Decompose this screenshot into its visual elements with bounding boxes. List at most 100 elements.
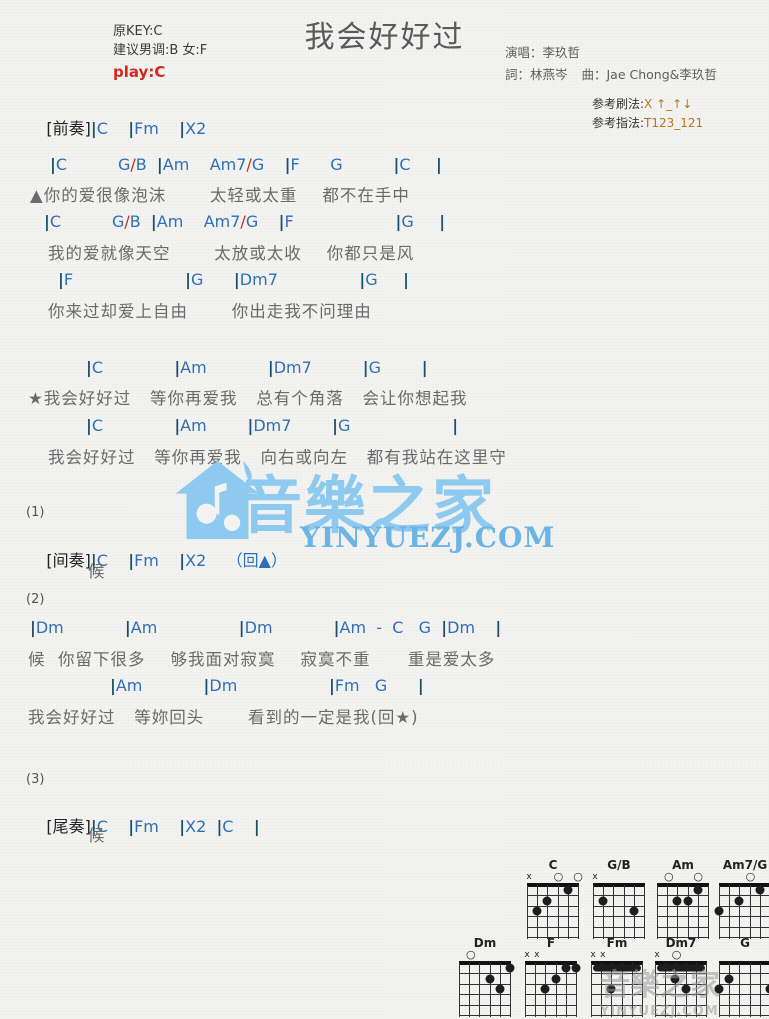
fret-line bbox=[593, 906, 645, 907]
strum-pattern-value: X ↑_↑↓ bbox=[644, 97, 692, 111]
fret-line bbox=[527, 895, 579, 896]
finger-dot bbox=[563, 886, 572, 895]
chord-open-mute-markers: xx bbox=[523, 950, 579, 961]
chord-open-mute-markers: x bbox=[591, 872, 647, 883]
chord-open-mute-markers bbox=[717, 950, 769, 961]
fret-line bbox=[525, 994, 577, 995]
strum-pattern-label: 参考刷法: bbox=[592, 97, 644, 111]
fret-line bbox=[719, 895, 769, 896]
chord-fretboard bbox=[525, 961, 577, 1017]
chord-diagram-Dm7: Dm7x○ bbox=[653, 936, 709, 1017]
outro-number: (3) bbox=[26, 772, 44, 787]
bridge-number: (2) bbox=[26, 592, 44, 607]
chord-diagram-Am7-G: Am7/G○ bbox=[717, 858, 769, 939]
chord-open-mute-markers: xx bbox=[589, 950, 645, 961]
string-line bbox=[750, 963, 751, 1017]
fret-line bbox=[593, 927, 645, 928]
writer-credits: 詞：林燕岑 曲：Jae Chong&李玖哲 bbox=[505, 64, 727, 86]
fret-line bbox=[591, 1005, 643, 1006]
string-line bbox=[642, 963, 643, 1017]
chorus-chords-1: |C |Am |Dm7 |G | bbox=[86, 416, 458, 435]
string-line bbox=[490, 963, 491, 1017]
string-line bbox=[525, 963, 526, 1017]
nut-bar bbox=[459, 961, 511, 965]
muted-string-icon: x bbox=[592, 872, 597, 882]
barre-indicator bbox=[593, 965, 641, 972]
watermark-domain: YINYUEZJ.COM bbox=[300, 521, 555, 554]
chord-fretboard bbox=[459, 961, 511, 1017]
fret-line bbox=[719, 984, 769, 985]
chord-diagram-Fm: Fmxx bbox=[589, 936, 645, 1017]
string-line bbox=[708, 885, 709, 939]
open-string-icon: ○ bbox=[573, 872, 583, 881]
bridge-lyric-1: 我会好好过 等妳回头 看到的一定是我(回★) bbox=[28, 704, 419, 728]
open-string-icon: ○ bbox=[664, 872, 674, 881]
fret-line bbox=[655, 1015, 707, 1016]
open-string-icon: ○ bbox=[746, 872, 756, 881]
open-string-icon: ○ bbox=[693, 872, 703, 881]
open-string-icon: ○ bbox=[554, 872, 564, 881]
string-line bbox=[547, 885, 548, 939]
finger-dot bbox=[485, 974, 494, 983]
string-line bbox=[591, 963, 592, 1017]
fret-line bbox=[527, 927, 579, 928]
fret-line bbox=[525, 1005, 577, 1006]
fret-line bbox=[719, 927, 769, 928]
chord-diagram-name: G bbox=[717, 936, 769, 950]
fret-line bbox=[591, 1015, 643, 1016]
strum-pattern-row: 参考刷法:X ↑_↑↓ bbox=[592, 95, 703, 114]
string-line bbox=[593, 885, 594, 939]
string-line bbox=[729, 963, 730, 1017]
fret-line bbox=[657, 895, 709, 896]
string-line bbox=[556, 963, 557, 1017]
fret-line bbox=[655, 994, 707, 995]
finger-dot bbox=[755, 886, 764, 895]
chord-diagram-name: F bbox=[523, 936, 579, 950]
string-line bbox=[459, 963, 460, 1017]
muted-string-icon: x bbox=[534, 950, 539, 960]
fret-line bbox=[655, 1005, 707, 1006]
finger-dot bbox=[572, 964, 581, 973]
string-line bbox=[655, 963, 656, 1017]
chord-open-mute-markers: x○ bbox=[653, 950, 709, 961]
section-intro-chords: |C |Fm |X2 bbox=[91, 119, 206, 138]
section-outro-label: [尾奏] bbox=[46, 817, 91, 836]
string-line bbox=[657, 885, 658, 939]
section-interlude-label: [间奏] bbox=[46, 551, 91, 570]
fret-line bbox=[591, 994, 643, 995]
interlude-number: (1) bbox=[26, 505, 44, 520]
string-line bbox=[739, 963, 740, 1017]
fret-line bbox=[459, 984, 511, 985]
play-key: play:C bbox=[113, 63, 207, 82]
fret-line bbox=[657, 906, 709, 907]
chord-fretboard bbox=[719, 883, 769, 939]
chord-fretboard bbox=[593, 883, 645, 939]
fret-line bbox=[459, 1005, 511, 1006]
fret-line bbox=[719, 916, 769, 917]
chord-diagram-name: G/B bbox=[591, 858, 647, 872]
fingering-pattern-row: 参考指法:T123_121 bbox=[592, 114, 703, 133]
finger-dot bbox=[671, 974, 680, 983]
finger-dot bbox=[543, 896, 552, 905]
finger-dot bbox=[533, 907, 542, 916]
muted-string-icon: x bbox=[524, 950, 529, 960]
chord-fretboard bbox=[657, 883, 709, 939]
chord-diagram-F: Fxx bbox=[523, 936, 579, 1017]
bridge-chords-0: |Dm |Am |Dm |Am - C G |Dm | bbox=[30, 618, 501, 637]
finger-dot bbox=[681, 985, 690, 994]
finger-dot bbox=[715, 907, 724, 916]
composer-credit: 曲：Jae Chong&李玖哲 bbox=[582, 67, 717, 82]
chorus-chords-0: |C |Am |Dm7 |G | bbox=[86, 358, 428, 377]
string-line bbox=[750, 885, 751, 939]
string-line bbox=[667, 885, 668, 939]
chord-fretboard bbox=[527, 883, 579, 939]
interlude-lyric: 候 bbox=[88, 558, 106, 582]
nut-bar bbox=[719, 961, 769, 965]
finger-dot bbox=[693, 886, 702, 895]
verse1-lyric-1: 我的爱就像天空 太放或太收 你都只是风 bbox=[48, 240, 414, 264]
fret-line bbox=[655, 984, 707, 985]
chord-sheet: 原KEY:C 建议男调:B 女:F play:C 我会好好过 演唱：李玖哲 詞：… bbox=[0, 0, 769, 1018]
string-line bbox=[706, 963, 707, 1017]
string-line bbox=[739, 885, 740, 939]
chord-diagram-name: Fm bbox=[589, 936, 645, 950]
